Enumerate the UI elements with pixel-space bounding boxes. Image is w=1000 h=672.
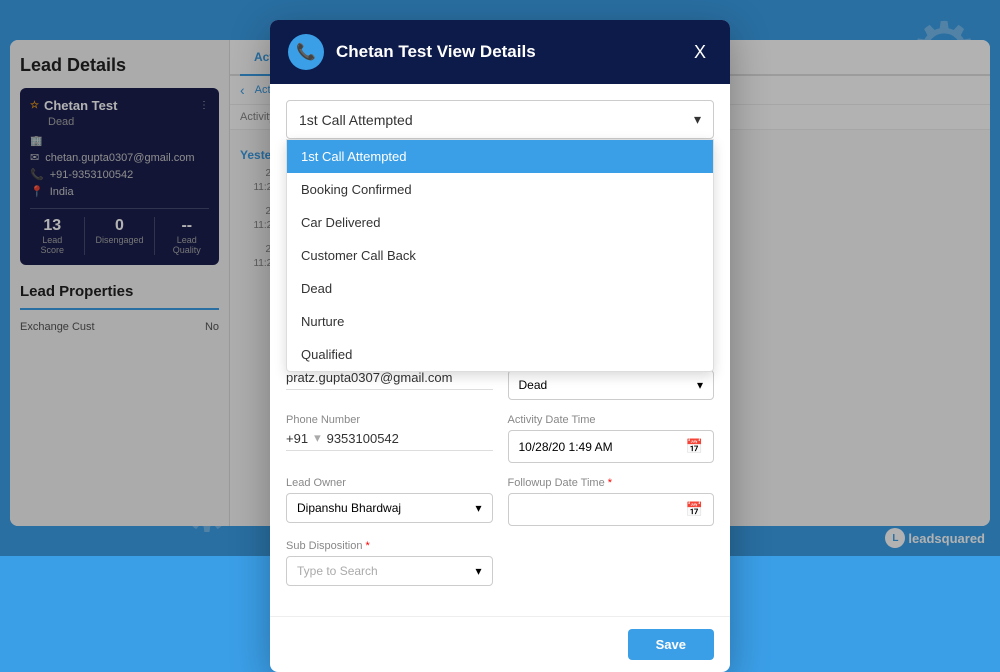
form-row-phone-empty: Phone Number +91 ▾ 9353100542 Activity D… [286,414,714,463]
modal-dropdown-item-booking[interactable]: Booking Confirmed [287,173,713,206]
modal-dropdown-item-1st-call[interactable]: 1st Call Attempted [287,140,713,173]
modal-dropdown-item-customer-call-back[interactable]: Customer Call Back [287,239,713,272]
modal-dropdown-item-dead[interactable]: Dead [287,272,713,305]
followup-date-input[interactable]: 📅 [508,493,715,526]
sub-disp-required: * [366,540,370,552]
modal-title: Chetan Test View Details [336,42,676,62]
activity-date-label: Activity Date Time [508,414,715,426]
modal-dropdown-arrow: ▾ [694,111,701,128]
form-group-lead-owner: Lead Owner Dipanshu Bhardwaj ▾ [286,477,493,526]
followup-required: * [608,477,612,489]
lead-owner-arrow: ▾ [475,501,481,515]
followup-label: Followup Date Time * [508,477,715,489]
phone-prefix: +91 [286,431,308,446]
modal-overlay: 📞 Chetan Test View Details X 1st Call At… [0,0,1000,556]
modal-dropdown-item-car-delivered[interactable]: Car Delivered [287,206,713,239]
calendar-icon-followup: 📅 [686,501,703,518]
form-group-empty [508,540,715,586]
phone-separator: ▾ [314,430,321,446]
form-group-activity-date: Activity Date Time 10/28/20 1:49 AM 📅 [508,414,715,463]
sub-disposition-dropdown[interactable]: Type to Search ▾ [286,556,493,586]
lead-owner-dropdown[interactable]: Dipanshu Bhardwaj ▾ [286,493,493,523]
form-group-followup: Followup Date Time * 📅 [508,477,715,526]
modal-close-button[interactable]: X [688,40,712,65]
phone-row: +91 ▾ 9353100542 [286,430,493,451]
modal-footer: Save [270,616,730,672]
form-group-phone: Phone Number +91 ▾ 9353100542 [286,414,493,463]
crm-state-arrow: ▾ [697,378,703,392]
crm-state-dropdown[interactable]: Dead ▾ [508,370,715,400]
modal-header: 📞 Chetan Test View Details X [270,20,730,84]
activity-date-input[interactable]: 10/28/20 1:49 AM 📅 [508,430,715,463]
modal-form-fields: Email pratz.gupta0307@gmail.com CRM Stat… [286,354,714,586]
save-button[interactable]: Save [628,629,714,660]
modal-phone-icon: 📞 [288,34,324,70]
form-row-sub-disp: Sub Disposition * Type to Search ▾ [286,540,714,586]
sub-disp-arrow: ▾ [475,564,481,578]
modal-stage-dropdown[interactable]: 1st Call Attempted ▾ [286,100,714,139]
sub-disp-label: Sub Disposition * [286,540,493,552]
calendar-icon-activity: 📅 [686,438,703,455]
phone-label: Phone Number [286,414,493,426]
email-value: pratz.gupta0307@gmail.com [286,370,493,390]
modal-dropdown-item-nurture[interactable]: Nurture [287,305,713,338]
modal-dropdown-selected: 1st Call Attempted [299,112,413,128]
modal-dropdown-list: 1st Call Attempted Booking Confirmed Car… [286,139,714,372]
lead-owner-label: Lead Owner [286,477,493,489]
modal: 📞 Chetan Test View Details X 1st Call At… [270,20,730,672]
phone-number: 9353100542 [327,431,399,446]
modal-body: 1st Call Attempted ▾ 1st Call Attempted … [270,84,730,616]
form-group-sub-disposition: Sub Disposition * Type to Search ▾ [286,540,493,586]
form-row-lead-owner: Lead Owner Dipanshu Bhardwaj ▾ Followup … [286,477,714,526]
modal-dropdown-item-qualified[interactable]: Qualified [287,338,713,371]
